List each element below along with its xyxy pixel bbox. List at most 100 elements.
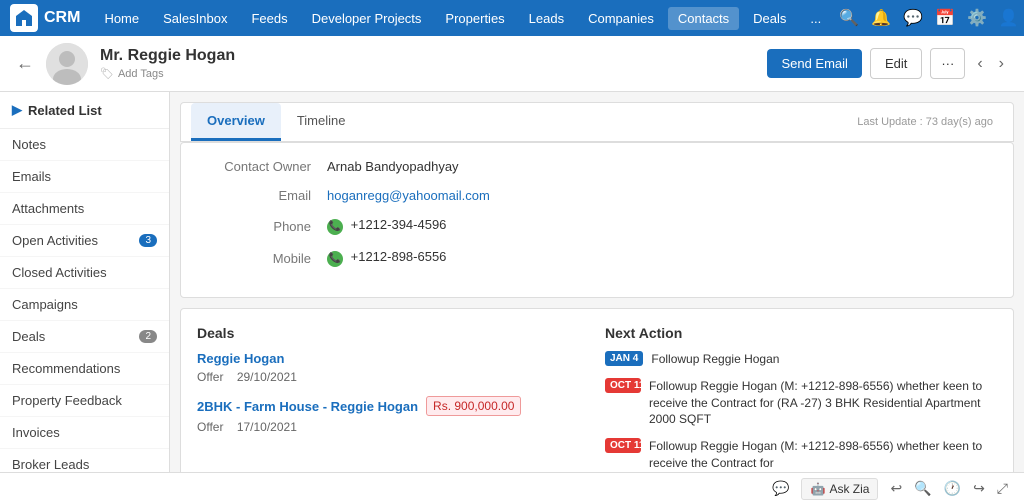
action-text-3: Followup Reggie Hogan (M: +1212-898-6556… bbox=[649, 438, 997, 472]
deal1-row: Reggie Hogan bbox=[197, 351, 589, 366]
sidebar-item-label: Broker Leads bbox=[12, 457, 89, 472]
back-button[interactable]: ← bbox=[16, 53, 34, 74]
sidebar-item-closed-activities[interactable]: Closed Activities bbox=[0, 257, 169, 289]
deal1-type: Offer bbox=[197, 370, 223, 384]
sidebar-item-label: Emails bbox=[12, 169, 51, 184]
deals-next-action-card: Deals Reggie Hogan Offer 29/10/2021 2BHK… bbox=[180, 308, 1014, 499]
deal1-meta: Offer 29/10/2021 bbox=[197, 370, 589, 384]
chat-bottom-icon[interactable]: 💬 bbox=[772, 480, 789, 497]
tab-overview[interactable]: Overview bbox=[191, 103, 281, 141]
settings-icon[interactable]: ⚙️ bbox=[967, 8, 987, 28]
owner-row: Contact Owner Arnab Bandyopadhyay bbox=[197, 159, 997, 174]
related-list-label: Related List bbox=[28, 103, 102, 118]
sidebar-item-emails[interactable]: Emails bbox=[0, 161, 169, 193]
sidebar-item-attachments[interactable]: Attachments bbox=[0, 193, 169, 225]
deal2-meta: Offer 17/10/2021 bbox=[197, 420, 589, 434]
sidebar-item-label: Notes bbox=[12, 137, 46, 152]
nav-deals[interactable]: Deals bbox=[743, 7, 796, 30]
sidebar-item-label: Attachments bbox=[12, 201, 84, 216]
sidebar-item-open-activities[interactable]: Open Activities 3 bbox=[0, 225, 169, 257]
contact-avatar bbox=[46, 43, 88, 85]
nav-leads[interactable]: Leads bbox=[519, 7, 574, 30]
add-tags-label[interactable]: Add Tags bbox=[118, 68, 164, 80]
owner-value: Arnab Bandyopadhyay bbox=[327, 159, 459, 174]
action-item-1: JAN 4 Followup Reggie Hogan bbox=[605, 351, 997, 368]
ask-zia-button[interactable]: 🤖 Ask Zia bbox=[801, 478, 878, 500]
deals-title: Deals bbox=[197, 325, 589, 341]
clock-icon[interactable]: 🕐 bbox=[944, 480, 961, 497]
send-email-button[interactable]: Send Email bbox=[767, 49, 861, 78]
bell-icon[interactable]: 🔔 bbox=[871, 8, 891, 28]
mobile-label: Mobile bbox=[197, 251, 327, 266]
sidebar-item-property-feedback[interactable]: Property Feedback bbox=[0, 385, 169, 417]
deal2-date: 17/10/2021 bbox=[237, 420, 297, 434]
content-area: Overview Timeline Last Update : 73 day(s… bbox=[170, 92, 1024, 504]
sidebar-item-deals[interactable]: Deals 2 bbox=[0, 321, 169, 353]
sidebar-item-label: Open Activities bbox=[12, 233, 98, 248]
expand-icon[interactable]: ⤢ bbox=[997, 480, 1008, 497]
owner-label: Contact Owner bbox=[197, 159, 327, 174]
sidebar-item-campaigns[interactable]: Campaigns bbox=[0, 289, 169, 321]
next-record-button[interactable]: › bbox=[995, 51, 1008, 77]
sidebar-item-label: Campaigns bbox=[12, 297, 78, 312]
contact-info: Mr. Reggie Hogan 🏷 Add Tags bbox=[100, 47, 755, 80]
contact-name: Mr. Reggie Hogan bbox=[100, 47, 755, 65]
phone-number: +1212-394-4596 bbox=[351, 217, 447, 232]
action-text-2: Followup Reggie Hogan (M: +1212-898-6556… bbox=[649, 378, 997, 428]
deal2-name[interactable]: 2BHK - Farm House - Reggie Hogan bbox=[197, 399, 418, 414]
nav-properties[interactable]: Properties bbox=[435, 7, 514, 30]
search-icon[interactable]: 🔍 bbox=[839, 8, 859, 28]
deal2-type: Offer bbox=[197, 420, 223, 434]
sidebar: ▶ Related List Notes Emails Attachments … bbox=[0, 92, 170, 504]
undo-icon[interactable]: ↩ bbox=[890, 480, 902, 497]
prev-record-button[interactable]: ‹ bbox=[973, 51, 986, 77]
top-navigation: CRM Home SalesInbox Feeds Developer Proj… bbox=[0, 0, 1024, 36]
nav-home[interactable]: Home bbox=[94, 7, 149, 30]
tabs-bar: Overview Timeline Last Update : 73 day(s… bbox=[180, 102, 1014, 142]
action-badge-2: OCT 11 bbox=[605, 378, 641, 393]
phone-label: Phone bbox=[197, 219, 327, 234]
chat-icon[interactable]: 💬 bbox=[903, 8, 923, 28]
action-badge-3: OCT 11 bbox=[605, 438, 641, 453]
nav-feeds[interactable]: Feeds bbox=[241, 7, 297, 30]
last-update: Last Update : 73 day(s) ago bbox=[847, 106, 1003, 138]
nav-icons: 🔍 🔔 💬 📅 ⚙️ 👤 ⠿ bbox=[839, 8, 1024, 28]
sidebar-item-label: Invoices bbox=[12, 425, 60, 440]
nav-developer-projects[interactable]: Developer Projects bbox=[302, 7, 432, 30]
sub-header: ← Mr. Reggie Hogan 🏷 Add Tags Send Email… bbox=[0, 36, 1024, 92]
next-action-title: Next Action bbox=[605, 325, 997, 341]
email-label: Email bbox=[197, 188, 327, 203]
nav-contacts[interactable]: Contacts bbox=[668, 7, 739, 30]
bottom-bar: 💬 🤖 Ask Zia ↩ 🔍 🕐 ↪ ⤢ bbox=[0, 472, 1024, 504]
email-value[interactable]: hoganregg@yahoomail.com bbox=[327, 188, 490, 203]
forward-icon[interactable]: ↪ bbox=[973, 480, 985, 497]
more-button[interactable]: ··· bbox=[930, 48, 965, 79]
email-link[interactable]: hoganregg@yahoomail.com bbox=[327, 188, 490, 203]
action-item-3: OCT 11 Followup Reggie Hogan (M: +1212-8… bbox=[605, 438, 997, 472]
tab-timeline[interactable]: Timeline bbox=[281, 103, 362, 141]
deals-column: Deals Reggie Hogan Offer 29/10/2021 2BHK… bbox=[197, 325, 589, 482]
nav-more[interactable]: ... bbox=[800, 7, 831, 30]
deals-badge: 2 bbox=[139, 330, 157, 343]
deal1-name[interactable]: Reggie Hogan bbox=[197, 351, 284, 366]
edit-button[interactable]: Edit bbox=[870, 48, 922, 79]
sidebar-item-label: Property Feedback bbox=[12, 393, 122, 408]
deals-next-layout: Deals Reggie Hogan Offer 29/10/2021 2BHK… bbox=[197, 325, 997, 482]
zia-label: Ask Zia bbox=[829, 482, 869, 496]
zoom-icon[interactable]: 🔍 bbox=[914, 480, 931, 497]
sidebar-item-label: Recommendations bbox=[12, 361, 120, 376]
action-badge-1: JAN 4 bbox=[605, 351, 643, 366]
action-text-1: Followup Reggie Hogan bbox=[651, 351, 779, 368]
sidebar-item-recommendations[interactable]: Recommendations bbox=[0, 353, 169, 385]
sidebar-item-invoices[interactable]: Invoices bbox=[0, 417, 169, 449]
calendar-icon[interactable]: 📅 bbox=[935, 8, 955, 28]
logo: CRM bbox=[10, 4, 80, 32]
phone-icon: 📞 bbox=[327, 219, 343, 235]
contact-tag: 🏷 Add Tags bbox=[100, 67, 755, 80]
sidebar-item-notes[interactable]: Notes bbox=[0, 129, 169, 161]
action-item-2: OCT 11 Followup Reggie Hogan (M: +1212-8… bbox=[605, 378, 997, 428]
nav-salesinbox[interactable]: SalesInbox bbox=[153, 7, 237, 30]
nav-companies[interactable]: Companies bbox=[578, 7, 664, 30]
avatar-icon[interactable]: 👤 bbox=[999, 8, 1019, 28]
tabs-left: Overview Timeline bbox=[191, 103, 361, 141]
